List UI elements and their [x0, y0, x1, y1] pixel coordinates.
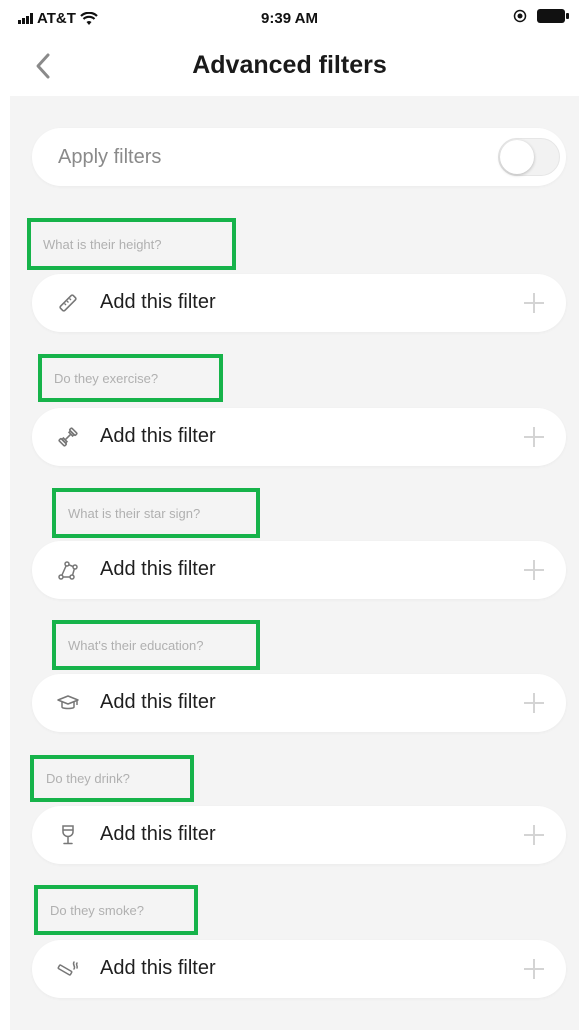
- add-filter-label: Add this filter: [100, 691, 216, 713]
- plus-icon[interactable]: [522, 558, 546, 582]
- filter-row-drink[interactable]: Add this filter: [32, 806, 566, 864]
- filter-row-height[interactable]: Add this filter: [32, 274, 566, 332]
- filters-content: Apply filters What is their height? Add …: [10, 96, 579, 1030]
- plus-icon[interactable]: [522, 425, 546, 449]
- status-time: 9:39 AM: [261, 10, 318, 27]
- section-label-smoke: Do they smoke?: [34, 885, 198, 935]
- graduation-cap-icon: [57, 695, 79, 710]
- plus-icon[interactable]: [522, 691, 546, 715]
- add-filter-label: Add this filter: [100, 558, 216, 580]
- constellation-icon: [58, 561, 78, 580]
- add-filter-label: Add this filter: [100, 823, 216, 845]
- page-title: Advanced filters: [192, 51, 387, 79]
- battery-icon: [537, 9, 569, 23]
- filter-row-star-sign[interactable]: Add this filter: [32, 541, 566, 599]
- cigarette-icon: [57, 961, 78, 976]
- section-label-education: What's their education?: [52, 620, 260, 670]
- add-filter-label: Add this filter: [100, 291, 216, 313]
- filter-row-exercise[interactable]: Add this filter: [32, 408, 566, 466]
- status-bar: AT&T 9:39 AM: [0, 0, 579, 40]
- filter-row-smoke[interactable]: Add this filter: [32, 940, 566, 998]
- orientation-lock-icon: [513, 9, 527, 23]
- apply-filters-label: Apply filters: [58, 146, 162, 168]
- section-label-exercise: Do they exercise?: [38, 354, 223, 402]
- plus-icon[interactable]: [522, 957, 546, 981]
- section-label-height: What is their height?: [27, 218, 236, 270]
- ruler-icon: [59, 294, 77, 312]
- wine-glass-icon: [62, 825, 74, 845]
- apply-filters-toggle[interactable]: [498, 138, 560, 176]
- status-right: [513, 9, 569, 23]
- dumbbell-icon: [58, 427, 78, 447]
- section-label-drink: Do they drink?: [30, 755, 194, 802]
- add-filter-label: Add this filter: [100, 425, 216, 447]
- filter-row-education[interactable]: Add this filter: [32, 674, 566, 732]
- add-filter-label: Add this filter: [100, 957, 216, 979]
- navigation-bar: Advanced filters: [0, 40, 579, 94]
- section-label-star-sign: What is their star sign?: [52, 488, 260, 538]
- plus-icon[interactable]: [522, 291, 546, 315]
- apply-filters-row: Apply filters: [32, 128, 566, 186]
- toggle-knob: [500, 140, 534, 174]
- plus-icon[interactable]: [522, 823, 546, 847]
